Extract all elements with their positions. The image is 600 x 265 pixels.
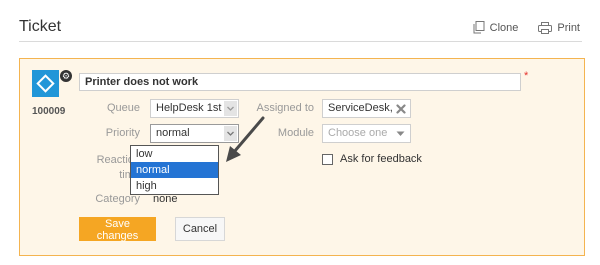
clone-button[interactable]: Clone (473, 21, 519, 34)
chevron-down-icon (224, 126, 237, 141)
priority-option-normal[interactable]: normal (131, 162, 218, 178)
settings-icon[interactable]: ⚙ (60, 70, 72, 82)
queue-value: HelpDesk 1st (156, 102, 222, 114)
module-placeholder: Choose one (328, 127, 388, 139)
print-button[interactable]: Print (538, 21, 580, 34)
page-title: Ticket (19, 18, 62, 35)
chevron-down-icon (224, 101, 237, 116)
queue-label: Queue (106, 102, 140, 114)
ticket-edit-card: ⚙ 100009 Printer does not work * Queue H… (19, 58, 585, 256)
subject-input[interactable]: Printer does not work (79, 73, 521, 91)
required-marker: * (524, 70, 529, 82)
ask-for-feedback-label: Ask for feedback (340, 153, 422, 165)
priority-option-low[interactable]: low (131, 146, 218, 162)
chevron-down-icon (396, 131, 405, 136)
ticket-type-icon (32, 70, 59, 97)
save-changes-button[interactable]: Save changes (79, 217, 156, 242)
module-label: Module (277, 127, 314, 139)
copy-icon (473, 21, 485, 34)
printer-icon (538, 21, 553, 34)
module-select[interactable]: Choose one (322, 124, 411, 143)
ticket-number: 100009 (32, 106, 66, 117)
ask-for-feedback-checkbox[interactable] (322, 154, 333, 165)
remove-icon[interactable] (396, 104, 406, 114)
print-label: Print (557, 21, 580, 34)
assigned-to-value: ServiceDesk, (328, 102, 393, 114)
header-divider (19, 41, 582, 42)
queue-select[interactable]: HelpDesk 1st (150, 99, 239, 118)
priority-select[interactable]: normal (150, 124, 239, 143)
cancel-button[interactable]: Cancel (175, 217, 225, 241)
assigned-to-label: Assigned to (256, 102, 314, 114)
header-actions: Clone Print (473, 21, 580, 34)
priority-label: Priority (105, 127, 140, 139)
clone-label: Clone (489, 21, 519, 34)
priority-value: normal (156, 127, 190, 139)
priority-dropdown-list: low normal high (130, 145, 219, 195)
priority-option-high[interactable]: high (131, 178, 218, 194)
assigned-to-field[interactable]: ServiceDesk, (322, 99, 411, 118)
